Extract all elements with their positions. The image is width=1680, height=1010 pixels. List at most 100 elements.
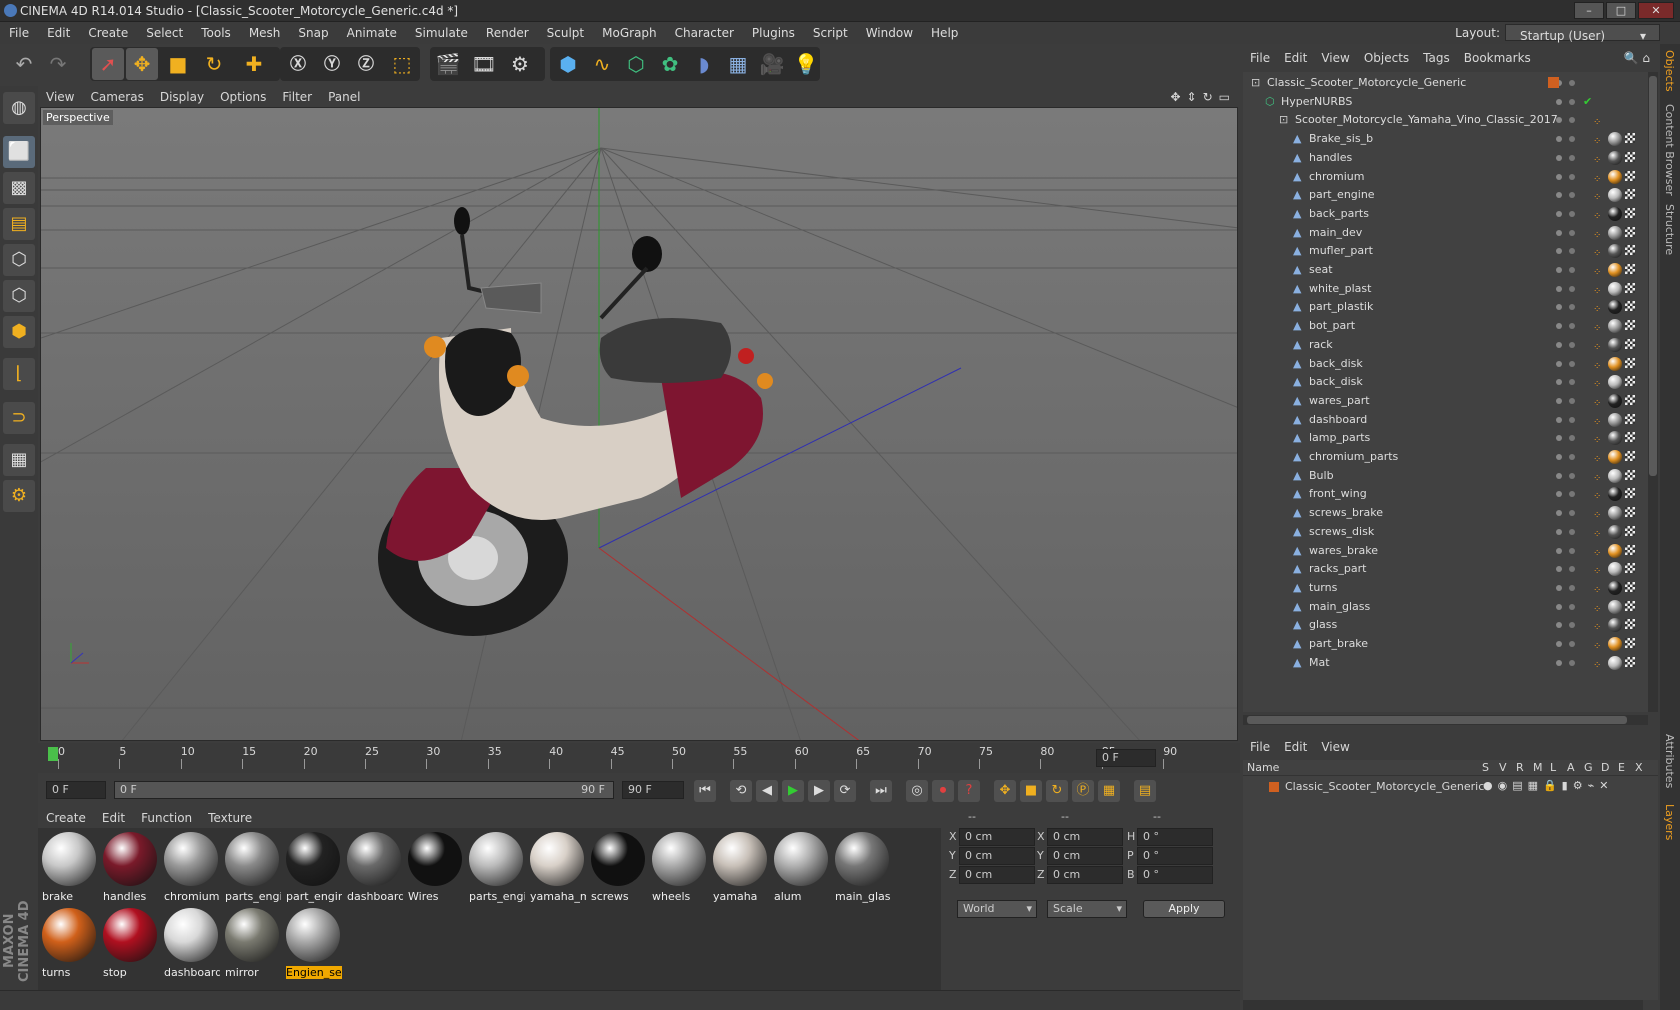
uvw-tag-icon[interactable] [1625, 563, 1635, 574]
start-frame-field[interactable]: 0 F [46, 781, 106, 799]
editor-visibility-dot[interactable] [1556, 117, 1562, 124]
points-mode-icon[interactable]: ⬡ [3, 244, 35, 276]
menu-window[interactable]: Window [857, 22, 922, 44]
editor-visibility-dot[interactable] [1556, 154, 1562, 161]
material-swatch[interactable]: dashboard [162, 906, 220, 980]
material-swatch[interactable]: handles [101, 830, 159, 904]
editor-visibility-dot[interactable] [1556, 98, 1562, 105]
editor-visibility-dot[interactable] [1556, 454, 1562, 460]
menu-mograph[interactable]: MoGraph [593, 22, 666, 44]
editor-visibility-dot[interactable] [1556, 341, 1562, 348]
editor-visibility-dot[interactable] [1556, 584, 1562, 591]
material-tag-icon[interactable] [1608, 618, 1622, 633]
record-keys-disabled-icon[interactable]: ◎ [906, 780, 928, 802]
menu-character[interactable]: Character [666, 22, 743, 44]
material-swatch[interactable]: turns [40, 906, 98, 980]
material-tag-icon[interactable] [1608, 150, 1622, 165]
editor-visibility-dot[interactable] [1556, 416, 1562, 423]
editor-visibility-dot[interactable] [1556, 285, 1562, 292]
object-row[interactable]: ▲ Mat ⁘ [1243, 653, 1643, 673]
select-cursor-icon[interactable]: ➚ [92, 48, 124, 80]
rotate-icon[interactable]: ↻ [198, 48, 230, 80]
viewport-nav-icons[interactable]: ✥⇕↻▭ [1170, 87, 1236, 107]
tab-objects[interactable]: Objects [1663, 50, 1676, 92]
edges-mode-icon[interactable]: ⬡ [3, 280, 35, 312]
timeline-ruler[interactable]: 051015202530354045505560657075808590 0 F [38, 743, 1240, 773]
material-swatch[interactable]: yamaha_ma [528, 830, 586, 904]
render-visibility-dot[interactable] [1569, 154, 1575, 161]
material-swatch[interactable]: parts_engi [467, 830, 525, 904]
uvw-tag-icon[interactable] [1625, 638, 1635, 648]
editor-visibility-dot[interactable] [1556, 173, 1562, 180]
object-row[interactable]: ▲ front_wing ⁘ [1243, 484, 1643, 504]
editor-visibility-dot[interactable] [1556, 229, 1562, 236]
object-row[interactable]: ⊡ Classic_Scooter_Motorcycle_Generic [1243, 73, 1643, 93]
object-row[interactable]: ▲ Bulb ⁘ [1243, 466, 1643, 486]
menu-render[interactable]: Render [477, 22, 538, 44]
editor-visibility-dot[interactable] [1556, 248, 1562, 255]
material-swatch[interactable]: Engien_se [284, 906, 342, 980]
key-pla-icon[interactable]: ▦ [1098, 780, 1120, 802]
render-visibility-dot[interactable] [1569, 341, 1575, 348]
go-to-end-icon[interactable]: ⏭ [870, 780, 892, 802]
obj-menu-view[interactable]: View [1314, 48, 1356, 68]
render-visibility-dot[interactable] [1569, 80, 1575, 86]
editor-visibility-dot[interactable] [1556, 210, 1562, 217]
material-tag-icon[interactable] [1608, 206, 1622, 221]
object-row[interactable]: ▲ main_dev ⁘ [1243, 223, 1643, 243]
object-hscrollbar[interactable] [1243, 715, 1648, 725]
material-tag-icon[interactable] [1608, 300, 1622, 315]
menu-tools[interactable]: Tools [192, 22, 240, 44]
uvw-tag-icon[interactable] [1625, 544, 1635, 555]
menu-create[interactable]: Create [79, 22, 137, 44]
coord-value-field[interactable]: 0 cm [1047, 847, 1123, 865]
object-row[interactable]: ⊡ Scooter_Motorcycle_Yamaha_Vino_Classic_… [1243, 110, 1643, 130]
render-view-icon[interactable]: 🎬 [432, 48, 464, 80]
tab-content-browser[interactable]: Content Browser [1663, 104, 1676, 196]
layer-toggles[interactable]: ●◉▤▦🔒▮⚙⌁✕ [1483, 779, 1613, 792]
material-tag-icon[interactable] [1608, 599, 1622, 614]
coord-value-field[interactable]: 0 ° [1137, 828, 1213, 846]
editor-visibility-dot[interactable] [1556, 641, 1562, 647]
material-tag-icon[interactable] [1608, 431, 1622, 446]
add-tool-icon[interactable]: ✚ [238, 48, 270, 80]
render-settings-icon[interactable]: ⚙ [504, 48, 536, 80]
coord-size-mode-dropdown[interactable]: Scale ▾ [1047, 900, 1127, 918]
object-row[interactable]: ▲ lamp_parts ⁘ [1243, 428, 1643, 448]
material-swatch[interactable]: main_glass [833, 830, 891, 904]
editor-visibility-dot[interactable] [1556, 323, 1562, 330]
material-tag-icon[interactable] [1608, 543, 1622, 558]
uvw-tag-icon[interactable] [1625, 394, 1635, 405]
object-row[interactable]: ▲ part_plastik ⁘ [1243, 297, 1643, 317]
render-visibility-dot[interactable] [1569, 510, 1575, 517]
uvw-tag-icon[interactable] [1625, 282, 1635, 293]
material-tag-icon[interactable] [1608, 468, 1622, 483]
render-visibility-dot[interactable] [1569, 192, 1575, 199]
render-visibility-dot[interactable] [1569, 416, 1575, 423]
snap-icon[interactable]: ⚙ [3, 480, 35, 512]
enabled-check-icon[interactable]: ✔ [1583, 92, 1592, 112]
object-row[interactable]: ▲ back_disk ⁘ [1243, 372, 1643, 392]
move-icon[interactable]: ✥ [126, 48, 158, 80]
uvw-tag-icon[interactable] [1625, 581, 1635, 592]
y-axis-icon[interactable]: Ⓨ [316, 48, 348, 80]
material-tag-icon[interactable] [1608, 337, 1622, 352]
scale-icon[interactable]: ■ [162, 48, 194, 80]
workplane-lock-icon[interactable]: ▦ [3, 444, 35, 476]
menu-snap[interactable]: Snap [289, 22, 337, 44]
render-visibility-dot[interactable] [1569, 454, 1575, 460]
menu-help[interactable]: Help [922, 22, 967, 44]
obj-menu-tags[interactable]: Tags [1416, 48, 1457, 68]
material-tag-icon[interactable] [1608, 169, 1622, 184]
mat-menu-edit[interactable]: Edit [94, 808, 133, 828]
object-row[interactable]: ▲ handles ⁘ [1243, 148, 1643, 168]
object-row[interactable]: ▲ seat ⁘ [1243, 260, 1643, 280]
close-button[interactable]: ✕ [1638, 2, 1674, 19]
cube-icon[interactable]: ⬢ [552, 48, 584, 80]
object-row[interactable]: ▲ part_brake ⁘ [1243, 634, 1643, 654]
render-visibility-dot[interactable] [1569, 285, 1575, 292]
vp-menu-view[interactable]: View [38, 87, 82, 107]
material-tag-icon[interactable] [1608, 506, 1622, 521]
menu-script[interactable]: Script [804, 22, 857, 44]
editor-visibility-dot[interactable] [1556, 622, 1562, 629]
